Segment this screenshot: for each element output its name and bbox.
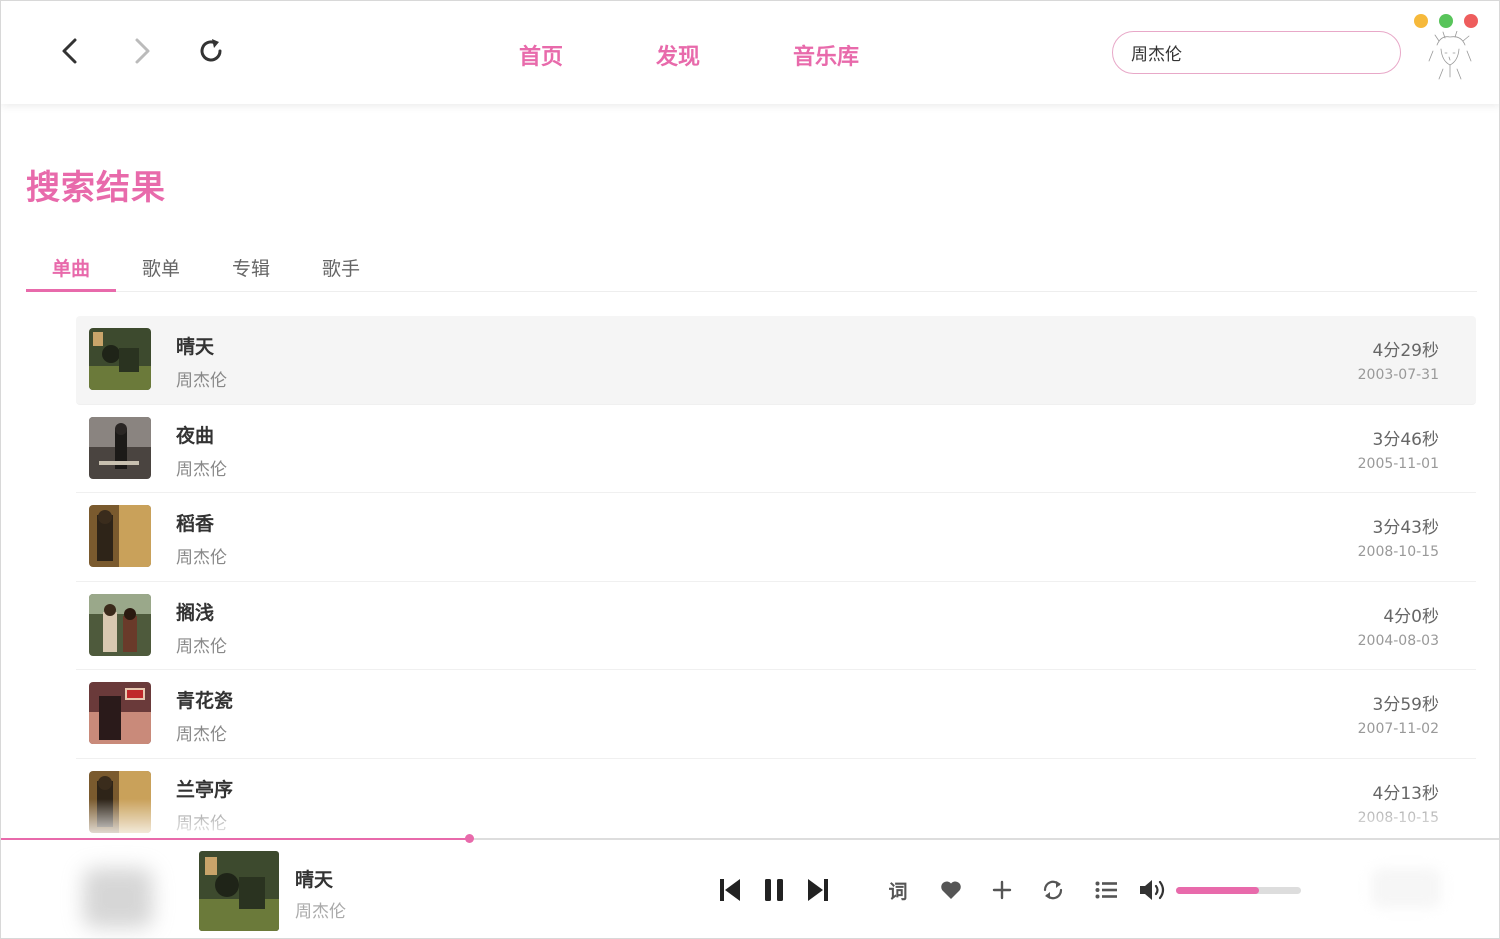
plus-icon [992,880,1012,900]
song-row[interactable]: 晴天 周杰伦 4分29秒 2003-07-31 [76,316,1476,405]
minimize-button[interactable] [1414,14,1428,28]
repeat-button[interactable] [1033,872,1073,908]
album-cover [89,593,151,656]
avatar[interactable] [1425,30,1475,81]
back-button[interactable] [51,31,91,71]
progress-bar[interactable] [1,834,1499,843]
refresh-button[interactable] [191,31,231,71]
nav-library[interactable]: 音乐库 [793,39,859,71]
song-date: 2004-08-03 [1357,632,1439,649]
song-artist[interactable]: 周杰伦 [176,455,227,480]
song-row[interactable]: 兰亭序 周杰伦 4分13秒 2008-10-15 [76,759,1476,840]
volume-icon [1140,880,1165,900]
like-button[interactable] [931,872,971,908]
tab-singles[interactable]: 单曲 [26,254,116,292]
song-row[interactable]: 青花瓷 周杰伦 3分59秒 2007-11-02 [76,670,1476,759]
now-playing-cover[interactable] [199,851,279,931]
album-cover [89,505,151,567]
content-area: 搜索结果 单曲 歌单 专辑 歌手 晴天 周杰伦 4分29秒 2003-07-31 [1,104,1499,839]
song-row[interactable]: 搁浅 周杰伦 4分0秒 2004-08-03 [76,582,1476,670]
heart-icon [941,881,961,899]
song-duration: 4分0秒 [1383,606,1439,627]
song-artist[interactable]: 周杰伦 [176,543,227,568]
album-cover [89,416,151,479]
song-title: 搁浅 [176,601,215,624]
skip-next-icon [808,879,828,901]
top-bar: 首页 发现 音乐库 [1,1,1499,104]
pause-icon [765,879,783,901]
chevron-right-icon [135,38,150,64]
song-artist[interactable]: 周杰伦 [176,366,227,391]
now-playing-title[interactable]: 晴天 [295,865,333,892]
song-title: 青花瓷 [176,690,234,712]
song-duration: 3分59秒 [1372,695,1439,715]
avatar-sketch-icon [1428,30,1472,80]
song-artist[interactable]: 周杰伦 [176,809,227,834]
album-cover [89,328,151,390]
chevron-left-icon [62,38,77,64]
volume-slider[interactable] [1176,887,1301,894]
player-bar: 晴天 周杰伦 词 [1,834,1499,938]
forward-button[interactable] [121,31,161,71]
song-title: 稻香 [176,513,215,535]
song-artist[interactable]: 周杰伦 [176,720,227,745]
tab-artists[interactable]: 歌手 [296,254,386,292]
next-button[interactable] [798,872,838,908]
previous-button[interactable] [710,872,750,908]
tab-playlists[interactable]: 歌单 [116,254,206,292]
song-artist[interactable]: 周杰伦 [176,632,227,657]
nav-discover[interactable]: 发现 [656,39,700,71]
song-title: 晴天 [176,336,215,358]
search-input[interactable] [1112,31,1401,74]
now-playing-artist[interactable]: 周杰伦 [295,897,346,922]
refresh-icon [200,39,222,62]
album-cover [89,770,151,833]
progress-knob[interactable] [465,834,474,843]
song-date: 2003-07-31 [1357,367,1439,383]
progress-fill [1,838,469,840]
pause-button[interactable] [754,872,794,908]
page-title: 搜索结果 [26,168,166,208]
queue-button[interactable] [1086,872,1126,908]
nav-home[interactable]: 首页 [519,39,563,71]
repeat-icon [1043,880,1063,900]
song-date: 2005-11-01 [1357,455,1439,472]
lyrics-button[interactable]: 词 [878,872,918,908]
maximize-button[interactable] [1439,14,1453,28]
tab-albums[interactable]: 专辑 [206,254,296,292]
volume-fill [1176,887,1259,894]
blurred-background-art [83,868,153,928]
volume-button[interactable] [1133,872,1173,908]
song-row[interactable]: 稻香 周杰伦 3分43秒 2008-10-15 [76,493,1476,582]
song-date: 2007-11-02 [1357,721,1439,737]
blurred-decoration [1371,868,1441,908]
song-date: 2008-10-15 [1357,544,1439,560]
song-title: 兰亭序 [176,778,234,801]
song-duration: 4分29秒 [1372,341,1439,361]
song-duration: 3分46秒 [1372,429,1439,450]
song-duration: 3分43秒 [1372,518,1439,538]
close-button[interactable] [1464,14,1478,28]
list-icon [1095,881,1117,899]
result-tabs: 单曲 歌单 专辑 歌手 [26,244,1477,292]
skip-previous-icon [720,879,740,901]
song-title: 夜曲 [176,424,215,447]
app-window: 首页 发现 音乐库 搜索结果 单曲 歌单 专辑 [0,0,1500,939]
song-list: 晴天 周杰伦 4分29秒 2003-07-31 夜曲 周杰伦 3分46秒 200… [76,316,1476,839]
song-date: 2008-10-15 [1357,809,1439,826]
song-row[interactable]: 夜曲 周杰伦 3分46秒 2005-11-01 [76,405,1476,493]
add-to-playlist-button[interactable] [982,872,1022,908]
album-cover [89,682,151,744]
song-duration: 4分13秒 [1372,783,1439,804]
